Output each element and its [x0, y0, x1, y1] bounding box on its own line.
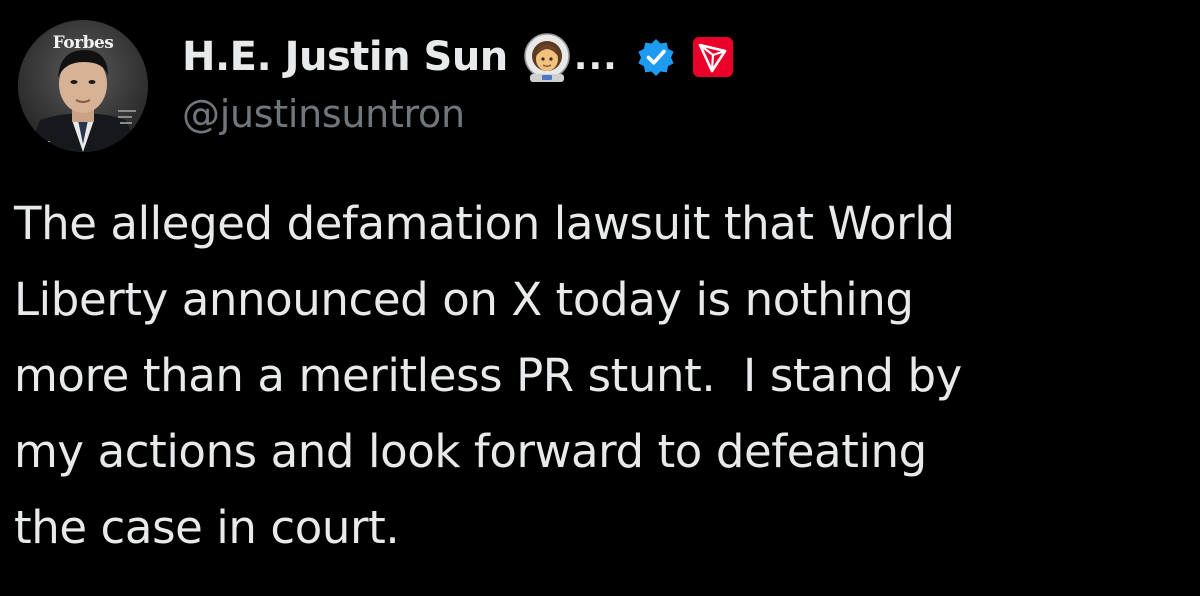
- name-truncation: ...: [573, 36, 618, 78]
- tweet-text: The alleged defamation lawsuit that Worl…: [14, 197, 962, 554]
- author-display-name[interactable]: H.E. Justin Sun: [182, 34, 508, 80]
- avatar[interactable]: LION Forbes: [18, 20, 148, 152]
- author-name-row: H.E. Justin Sun ...: [182, 26, 734, 88]
- verified-badge-icon[interactable]: [636, 37, 676, 77]
- tweet-header: H.E. Justin Sun ... @justinsuntron: [182, 26, 734, 146]
- astronaut-emoji-icon: [524, 33, 570, 82]
- forbes-logo: Forbes: [52, 33, 114, 53]
- tweet-card: LION Forbes H.E. Justin Sun ... @justins…: [0, 0, 1200, 596]
- svg-text:LION: LION: [24, 141, 51, 151]
- author-handle[interactable]: @justinsuntron: [182, 92, 734, 136]
- tron-logo-icon[interactable]: [692, 36, 734, 78]
- avatar-logo: Forbes: [18, 33, 148, 53]
